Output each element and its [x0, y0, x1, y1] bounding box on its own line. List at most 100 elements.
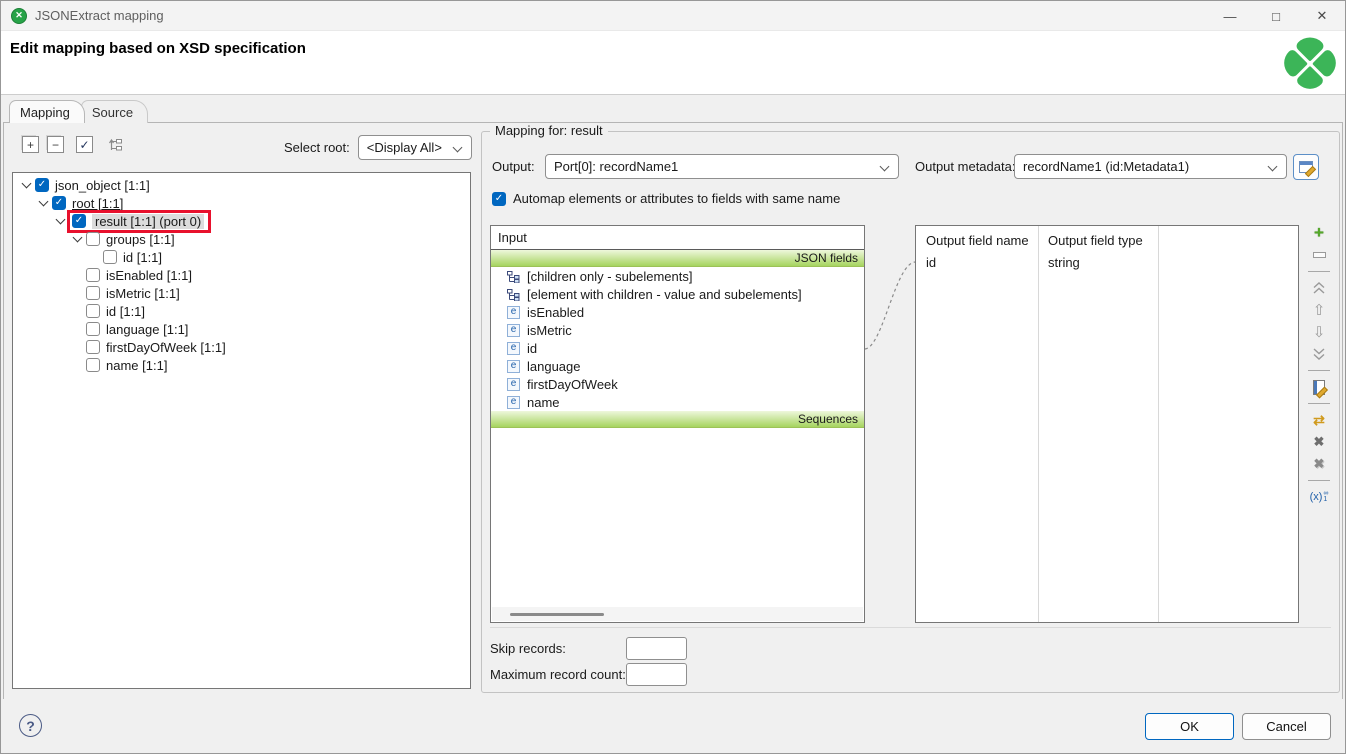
app-clover-icon: [11, 8, 27, 24]
cancel-button[interactable]: Cancel: [1242, 713, 1331, 740]
cardinality-icon[interactable]: (x)∞1: [1310, 487, 1329, 507]
checkbox-unchecked[interactable]: [86, 322, 100, 336]
move-down-icon[interactable]: ⇩: [1313, 322, 1326, 342]
tree-item-firstdayofweek[interactable]: firstDayOfWeek [1:1]: [13, 338, 470, 356]
chevron-down-icon[interactable]: [36, 195, 52, 211]
element-icon: [507, 360, 520, 373]
minimize-button[interactable]: —: [1207, 1, 1253, 31]
tab-bar: Mapping Source: [9, 100, 148, 123]
output-row-name[interactable]: id: [926, 255, 936, 270]
clear-mapping-icon[interactable]: ✖: [1314, 432, 1325, 452]
output-port-value: Port[0]: recordName1: [554, 159, 678, 174]
edit-metadata-icon: [1299, 161, 1313, 173]
max-record-count-input[interactable]: [626, 663, 687, 686]
remove-field-icon[interactable]: [1313, 245, 1326, 265]
tree-item-json-object[interactable]: json_object [1:1]: [13, 176, 470, 194]
red-highlight-box: result [1:1] (port 0): [67, 210, 211, 233]
select-root-combo[interactable]: <Display All>: [358, 135, 472, 160]
element-icon: [507, 342, 520, 355]
automap-icon[interactable]: ⇄: [1313, 410, 1325, 430]
tab-source[interactable]: Source: [81, 100, 148, 123]
output-metadata-label: Output metadata:: [915, 159, 1015, 174]
move-top-icon[interactable]: [1312, 278, 1326, 298]
maximize-button[interactable]: □: [1253, 1, 1299, 31]
hierarchy-icon: [507, 288, 520, 301]
input-fields-table: Input JSON fields [children only - subel…: [490, 225, 865, 623]
output-field-name-header: Output field name: [926, 233, 1029, 248]
close-button[interactable]: ✕: [1299, 1, 1345, 31]
element-icon: [507, 324, 520, 337]
input-item-firstdayofweek[interactable]: firstDayOfWeek: [491, 375, 864, 393]
xsd-tree: json_object [1:1] root [1:1] result [1:1…: [12, 172, 471, 689]
checkbox-unchecked[interactable]: [86, 268, 100, 282]
move-up-icon[interactable]: ⇧: [1313, 300, 1326, 320]
automap-checkbox[interactable]: [492, 192, 506, 206]
mapping-connector-line: [865, 250, 915, 356]
output-fields-table: Output field name Output field type id s…: [915, 225, 1299, 623]
collapse-all-icon[interactable]: −: [47, 136, 64, 153]
help-icon[interactable]: ?: [19, 714, 42, 737]
move-bottom-icon[interactable]: [1312, 344, 1326, 364]
json-fields-band: JSON fields: [491, 250, 864, 267]
add-field-icon[interactable]: +: [1314, 223, 1324, 243]
tree-item-result[interactable]: result [1:1] (port 0): [13, 212, 470, 230]
output-metadata-combo[interactable]: recordName1 (id:Metadata1): [1014, 154, 1287, 179]
tree-item-ismetric[interactable]: isMetric [1:1]: [13, 284, 470, 302]
checkbox-unchecked[interactable]: [86, 340, 100, 354]
checkbox-checked[interactable]: [72, 214, 86, 228]
horizontal-scrollbar[interactable]: [492, 607, 863, 621]
divider: [490, 627, 1331, 628]
tree-item-groups[interactable]: groups [1:1]: [13, 230, 470, 248]
tree-item-name[interactable]: name [1:1]: [13, 356, 470, 374]
edit-metadata-page-icon[interactable]: [1313, 377, 1325, 397]
element-icon: [507, 306, 520, 319]
checkbox-unchecked[interactable]: [86, 358, 100, 372]
checkbox-unchecked[interactable]: [86, 304, 100, 318]
checkbox-unchecked[interactable]: [86, 232, 100, 246]
expand-all-icon[interactable]: +: [22, 136, 39, 153]
checkbox-unchecked[interactable]: [86, 286, 100, 300]
tree-item-id[interactable]: id [1:1]: [13, 302, 470, 320]
sequences-band: Sequences: [491, 411, 864, 428]
edit-metadata-button[interactable]: [1293, 154, 1319, 180]
tab-mapping[interactable]: Mapping: [9, 100, 85, 123]
checkbox-unchecked[interactable]: [103, 250, 117, 264]
window-title: JSONExtract mapping: [35, 8, 164, 23]
checkbox-checked[interactable]: [52, 196, 66, 210]
output-port-combo[interactable]: Port[0]: recordName1: [545, 154, 899, 179]
select-root-value: <Display All>: [367, 140, 442, 155]
chevron-down-icon[interactable]: [19, 177, 35, 193]
scrollbar-thumb[interactable]: [510, 613, 604, 616]
chevron-down-icon[interactable]: [53, 213, 69, 229]
select-root-label: Select root:: [284, 140, 350, 155]
ok-button[interactable]: OK: [1145, 713, 1234, 740]
tree-item-groups-id[interactable]: id [1:1]: [13, 248, 470, 266]
output-label: Output:: [492, 159, 535, 174]
element-icon: [507, 378, 520, 391]
mapping-tab-content: + − ✓ Select root: <Display All>: [3, 122, 1343, 700]
chevron-down-icon[interactable]: [70, 231, 86, 247]
page-title: Edit mapping based on XSD specification: [10, 40, 306, 57]
output-field-type-header: Output field type: [1048, 233, 1143, 248]
input-table-header: Input: [491, 226, 864, 250]
skip-records-label: Skip records:: [490, 641, 566, 656]
input-item-ismetric[interactable]: isMetric: [491, 321, 864, 339]
input-item-children-only[interactable]: [children only - subelements]: [491, 267, 864, 285]
input-item-id[interactable]: id: [491, 339, 864, 357]
input-item-isenabled[interactable]: isEnabled: [491, 303, 864, 321]
mapping-group: Mapping for: result Output: Port[0]: rec…: [481, 131, 1340, 693]
tree-item-isenabled[interactable]: isEnabled [1:1]: [13, 266, 470, 284]
clear-all-mappings-icon[interactable]: ✖: [1314, 454, 1325, 474]
tree-sort-icon[interactable]: [107, 137, 123, 153]
automap-label: Automap elements or attributes to fields…: [513, 191, 840, 206]
input-item-name[interactable]: name: [491, 393, 864, 411]
checkbox-checked[interactable]: [35, 178, 49, 192]
tree-item-language[interactable]: language [1:1]: [13, 320, 470, 338]
skip-records-input[interactable]: [626, 637, 687, 660]
output-row-type[interactable]: string: [1048, 255, 1080, 270]
input-item-element-with-children[interactable]: [element with children - value and subel…: [491, 285, 864, 303]
jsonextract-mapping-dialog: JSONExtract mapping — □ ✕ Edit mapping b…: [0, 0, 1346, 754]
title-bar: JSONExtract mapping — □ ✕: [1, 1, 1345, 31]
check-all-icon[interactable]: ✓: [76, 136, 93, 153]
input-item-language[interactable]: language: [491, 357, 864, 375]
